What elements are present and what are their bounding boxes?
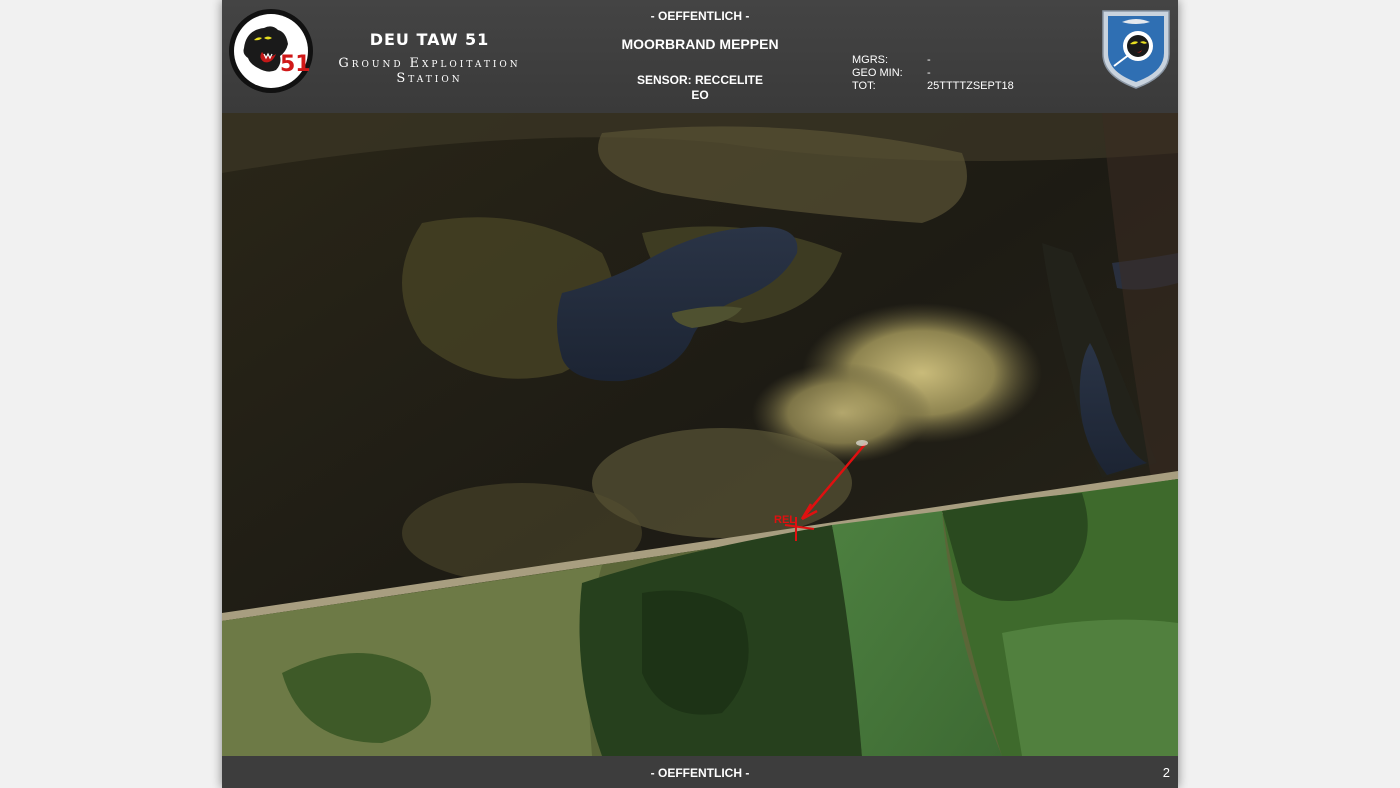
metadata-block: MGRS: - GEO MIN: - TOT: 25TTTTZSEPT18 — [852, 54, 1014, 93]
page-number: 2 — [1162, 765, 1170, 780]
meta-key: TOT: — [852, 80, 876, 92]
unit-title: DEU TAW 51 — [369, 30, 490, 49]
sensor-line: SENSOR: RECCELITE — [636, 73, 763, 87]
meta-value: - — [927, 67, 931, 79]
sensor-mode: EO — [691, 88, 709, 102]
meta-value: - — [927, 54, 931, 66]
mission-title: MOORBRAND MEPPEN — [621, 36, 779, 52]
slide-header: 51 DEU TAW 51 Ground Exploitation Statio… — [222, 0, 1178, 113]
annotation-label: REL — [774, 514, 796, 526]
meta-value: 25TTTTZSEPT18 — [927, 80, 1014, 92]
aerial-reconnaissance-image: REL — [222, 113, 1178, 756]
eagle-shield-emblem-icon — [1102, 10, 1170, 89]
page-background: 51 DEU TAW 51 Ground Exploitation Statio… — [0, 0, 1400, 788]
panther-51-logo-icon: 51 — [229, 9, 313, 93]
slide: 51 DEU TAW 51 Ground Exploitation Statio… — [222, 0, 1178, 788]
meta-row-tot: TOT: 25TTTTZSEPT18 — [852, 80, 1014, 93]
sensor-info: SENSOR: RECCELITE EO — [600, 73, 800, 103]
meta-row-geo: GEO MIN: - — [852, 67, 1014, 80]
classification-footer: - OEFFENTLICH - — [650, 766, 750, 780]
classification-header: - OEFFENTLICH - — [650, 9, 750, 23]
meta-row-mgrs: MGRS: - — [852, 54, 1014, 67]
meta-key: MGRS: — [852, 54, 889, 66]
logo-number: 51 — [280, 52, 311, 77]
unit-subtitle: Ground Exploitation Station — [338, 56, 521, 86]
meta-key: GEO MIN: — [852, 67, 903, 79]
slide-footer: - OEFFENTLICH - 2 — [222, 756, 1178, 788]
